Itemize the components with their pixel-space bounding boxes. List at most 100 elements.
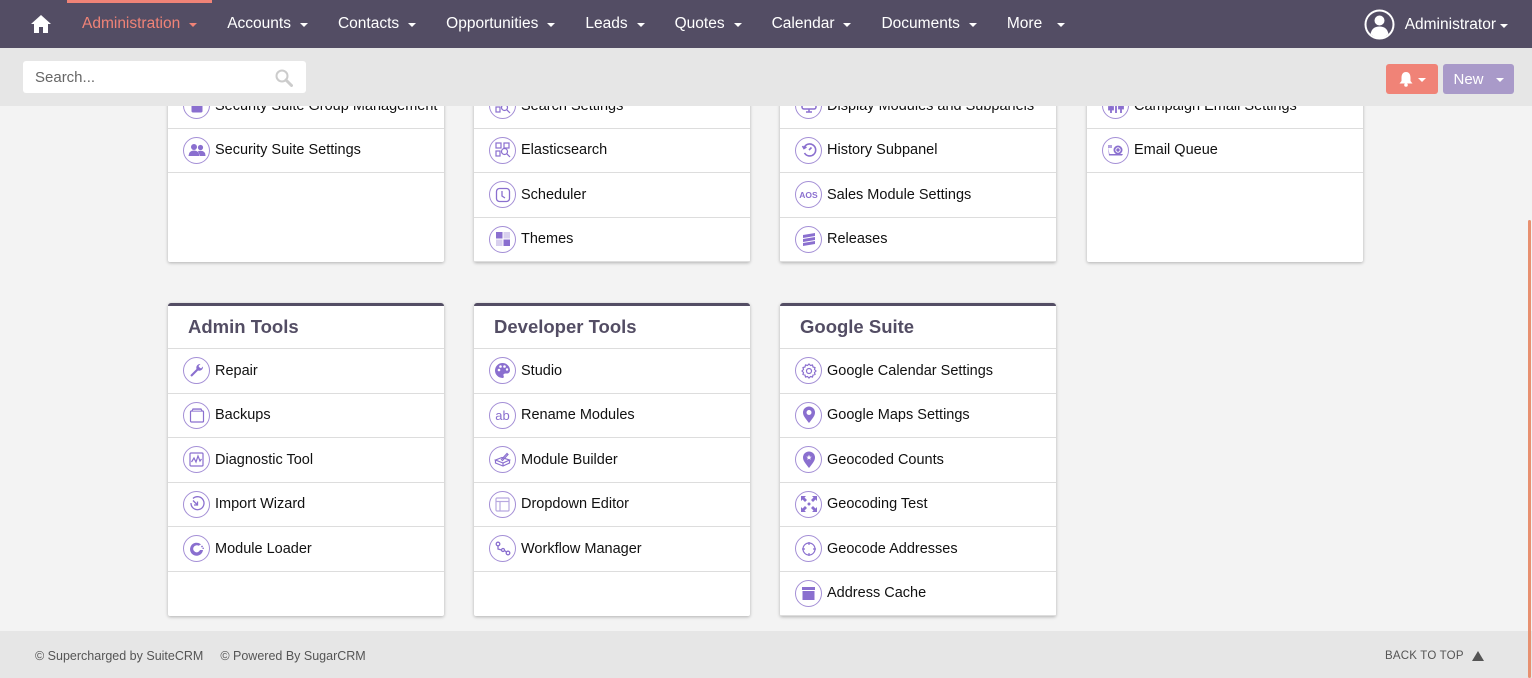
item-sales-module-settings[interactable]: AOS Sales Module Settings: [780, 173, 1056, 218]
crosshair-icon: [795, 535, 822, 563]
arrow-up-icon: [1471, 651, 1484, 661]
monitor-icon: [795, 106, 822, 120]
panel-admin-tools: Admin Tools Repair Backups Diagnostic To…: [168, 303, 444, 616]
nav-calendar[interactable]: Calendar: [757, 0, 867, 48]
gear-icon: [795, 357, 822, 385]
nav-more[interactable]: More: [992, 0, 1080, 48]
footer: © Supercharged by SuiteCRM © Powered By …: [0, 631, 1532, 678]
panel-studio-settings: Display Modules and Subpanels History Su…: [780, 106, 1056, 262]
item-security-suite-group-management[interactable]: Security Suite Group Management: [168, 106, 444, 129]
item-geocode-addresses[interactable]: Geocode Addresses: [780, 527, 1056, 572]
nav-accounts[interactable]: Accounts: [212, 0, 323, 48]
chevron-down-icon: [1495, 78, 1504, 82]
user-name: Administrator: [1404, 15, 1496, 33]
wrench-icon: [183, 357, 210, 385]
item-module-loader[interactable]: Module Loader: [168, 527, 444, 572]
import-icon: [183, 490, 210, 518]
chevron-down-icon: [636, 23, 645, 27]
item-repair[interactable]: Repair: [168, 349, 444, 394]
search-box: [23, 61, 306, 93]
module-builder-icon: [489, 446, 516, 474]
rename-icon: ab: [489, 401, 516, 429]
snail-icon: [1102, 136, 1129, 164]
geocoding-test-icon: [795, 490, 822, 518]
chevron-down-icon: [1418, 78, 1426, 82]
search-icon[interactable]: [275, 69, 293, 87]
geocoded-pin-icon: [795, 446, 822, 474]
item-display-modules-and-subpanels[interactable]: Display Modules and Subpanels: [780, 106, 1056, 129]
scrollbar[interactable]: [1528, 220, 1531, 678]
users-icon: [183, 136, 210, 164]
home-icon[interactable]: [30, 13, 52, 35]
panel-google-suite: Google Suite Google Calendar Settings Go…: [780, 303, 1056, 616]
item-diagnostic-tool[interactable]: Diagnostic Tool: [168, 438, 444, 483]
item-module-builder[interactable]: Module Builder: [474, 438, 750, 483]
item-studio[interactable]: Studio: [474, 349, 750, 394]
chevron-down-icon: [408, 23, 417, 27]
item-email-queue[interactable]: Email Queue: [1087, 129, 1363, 173]
item-geocoding-test[interactable]: Geocoding Test: [780, 483, 1056, 527]
history-icon: [795, 136, 822, 164]
bell-icon: [1399, 72, 1413, 87]
backup-icon: [183, 401, 210, 429]
item-workflow-manager[interactable]: Workflow Manager: [474, 527, 750, 572]
item-elasticsearch[interactable]: Elasticsearch: [474, 129, 750, 173]
loader-icon: [183, 535, 210, 563]
item-search-settings[interactable]: Search Settings: [474, 106, 750, 129]
user-avatar-icon: [1364, 9, 1395, 40]
dropdown-editor-icon: [489, 490, 516, 518]
panel-email: Campaign Email Settings Email Queue: [1087, 106, 1363, 262]
admin-panels: Security Suite Group Management Security…: [0, 106, 1532, 630]
chevron-down-icon: [733, 23, 742, 27]
item-campaign-email-settings[interactable]: Campaign Email Settings: [1087, 106, 1363, 129]
item-import-wizard[interactable]: Import Wizard: [168, 483, 444, 527]
main-menu: Administration Accounts Contacts Opportu…: [67, 0, 1080, 48]
workflow-icon: [489, 535, 516, 563]
nav-leads[interactable]: Leads: [570, 0, 659, 48]
panel-title: Admin Tools: [168, 306, 444, 349]
item-releases[interactable]: Releases: [780, 218, 1056, 262]
action-bar: New: [0, 48, 1532, 106]
new-button[interactable]: New: [1443, 64, 1514, 94]
panel-developer-tools: Developer Tools Studio ab Rename Modules…: [474, 303, 750, 616]
map-pin-icon: [795, 401, 822, 429]
item-history-subpanel[interactable]: History Subpanel: [780, 129, 1056, 173]
chevron-down-icon: [968, 23, 977, 27]
releases-icon: [795, 225, 822, 253]
chevron-down-icon: [547, 23, 556, 27]
user-menu[interactable]: Administrator: [1364, 9, 1508, 40]
panel-security: Security Suite Group Management Security…: [168, 106, 444, 262]
nav-contacts[interactable]: Contacts: [323, 0, 431, 48]
panel-system: Search Settings Elasticsearch Scheduler …: [474, 106, 750, 262]
search-settings-icon: [489, 106, 516, 120]
search-input[interactable]: [23, 68, 263, 86]
themes-icon: [489, 225, 516, 253]
chevron-down-icon: [189, 23, 198, 27]
item-geocoded-counts[interactable]: Geocoded Counts: [780, 438, 1056, 483]
chevron-down-icon: [1500, 23, 1508, 28]
sugarcrm-credit-link[interactable]: © Powered By SugarCRM: [220, 649, 365, 663]
item-backups[interactable]: Backups: [168, 394, 444, 438]
item-themes[interactable]: Themes: [474, 218, 750, 262]
chevron-down-icon: [1057, 23, 1066, 27]
item-google-calendar-settings[interactable]: Google Calendar Settings: [780, 349, 1056, 394]
item-security-suite-settings[interactable]: Security Suite Settings: [168, 129, 444, 173]
notifications-button[interactable]: [1386, 64, 1438, 94]
nav-documents[interactable]: Documents: [866, 0, 991, 48]
item-google-maps-settings[interactable]: Google Maps Settings: [780, 394, 1056, 438]
diagnostic-icon: [183, 446, 210, 474]
nav-administration[interactable]: Administration: [67, 0, 213, 48]
item-dropdown-editor[interactable]: Dropdown Editor: [474, 483, 750, 527]
chevron-down-icon: [299, 23, 308, 27]
archive-icon: [795, 579, 822, 607]
item-rename-modules[interactable]: ab Rename Modules: [474, 394, 750, 438]
chevron-down-icon: [843, 23, 852, 27]
nav-quotes[interactable]: Quotes: [660, 0, 757, 48]
item-scheduler[interactable]: Scheduler: [474, 173, 750, 218]
elasticsearch-icon: [489, 136, 516, 164]
item-address-cache[interactable]: Address Cache: [780, 572, 1056, 616]
clock-icon: [489, 181, 516, 209]
suitecrm-credit-link[interactable]: © Supercharged by SuiteCRM: [35, 649, 203, 663]
back-to-top-link[interactable]: BACK TO TOP: [1385, 650, 1484, 662]
nav-opportunities[interactable]: Opportunities: [431, 0, 570, 48]
